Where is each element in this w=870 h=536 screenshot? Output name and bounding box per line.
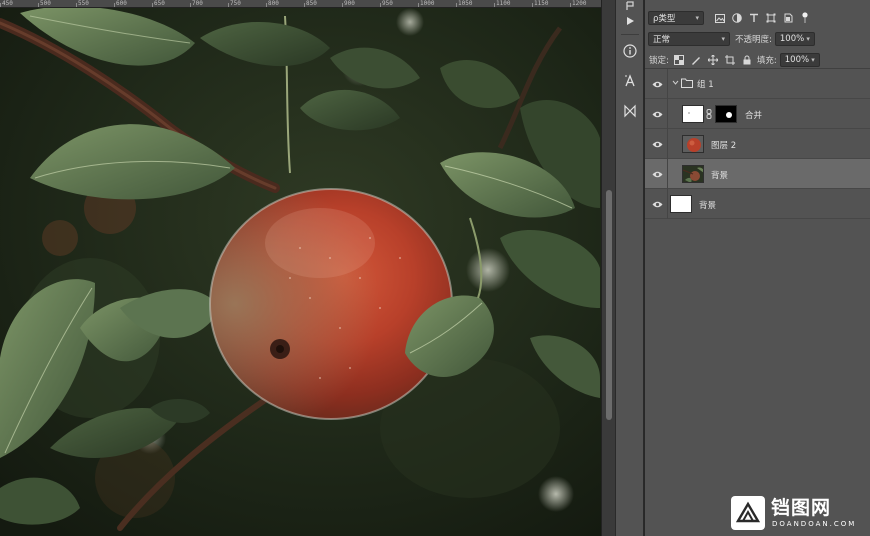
layer-name: 背景	[711, 171, 729, 181]
chevron-down-icon: ▾	[721, 35, 725, 43]
adjustment-filter-icon[interactable]	[731, 12, 743, 24]
type-filter-icon[interactable]	[748, 12, 760, 24]
layer-mask-thumbnail[interactable]	[715, 105, 737, 123]
info-panel-icon[interactable]	[620, 41, 640, 61]
chevron-down-icon: ▾	[806, 35, 810, 43]
ruler-label: 750	[230, 0, 241, 7]
layer-thumbnail	[670, 195, 692, 213]
layers-panel: ρ类型 ▾ 正常 ▾ 不透明度: 100% ▾ 锁定: 填充: 100% ▾ 组…	[645, 0, 870, 536]
ruler-label: 1000	[420, 0, 435, 7]
panel-icon-strip	[615, 0, 644, 536]
eye-icon[interactable]	[651, 169, 663, 179]
smart-object-filter-icon[interactable]	[782, 12, 794, 24]
scrollbar-thumb[interactable]	[606, 190, 612, 420]
lock-artboard-icon[interactable]	[724, 54, 736, 66]
layer-thumbnail	[682, 165, 704, 183]
fill-value: 100%	[784, 55, 810, 65]
layer-row-background-white[interactable]: 背景	[645, 189, 870, 219]
watermark-subtitle: DOANDOAN.COM	[772, 520, 857, 528]
layer-thumbnail	[682, 135, 704, 153]
chevron-down-icon: ▾	[811, 56, 815, 64]
horizontal-ruler[interactable]: 450 500 550 600 650 700 750 800 850 900 950 1000 105…	[0, 0, 601, 8]
chevron-down-icon[interactable]	[672, 79, 679, 89]
filter-kind-label: ρ类型	[653, 14, 676, 24]
ruler-label: 1200	[572, 0, 587, 7]
shape-filter-icon[interactable]	[765, 12, 777, 24]
eye-icon[interactable]	[651, 139, 663, 149]
fill-field[interactable]: 100% ▾	[779, 53, 820, 67]
paragraph-panel-icon[interactable]	[620, 101, 640, 121]
ruler-label: 1050	[458, 0, 473, 7]
ruler-label: 650	[154, 0, 165, 7]
chevron-down-icon: ▾	[695, 14, 699, 22]
lock-position-icon[interactable]	[707, 54, 719, 66]
lock-row: 锁定: 填充: 100% ▾	[645, 52, 870, 68]
ruler-label: 900	[344, 0, 355, 7]
lock-all-icon[interactable]	[741, 54, 753, 66]
link-chain-icon[interactable]	[706, 109, 712, 122]
blend-row: 正常 ▾ 不透明度: 100% ▾	[645, 31, 870, 47]
layer-row-merged[interactable]: 合并	[645, 99, 870, 129]
vertical-scrollbar[interactable]	[601, 0, 615, 536]
fill-label: 填充:	[756, 56, 777, 66]
ruler-label: 800	[268, 0, 279, 7]
ruler-label: 700	[192, 0, 203, 7]
lock-transparent-pixels-icon[interactable]	[673, 54, 685, 66]
ruler-label: 500	[40, 0, 51, 7]
layer-filter-row: ρ类型 ▾	[645, 10, 870, 26]
actions-play-icon[interactable]	[620, 11, 640, 31]
eye-icon[interactable]	[651, 199, 663, 209]
visibility-column-divider	[667, 129, 668, 159]
opacity-field[interactable]: 100% ▾	[774, 32, 815, 46]
lock-image-pixels-icon[interactable]	[690, 54, 702, 66]
blend-mode-dropdown[interactable]: 正常 ▾	[648, 32, 730, 46]
canvas-image-apple-on-branch	[0, 8, 601, 536]
layer-name: 图层 2	[711, 141, 737, 151]
ruler-label: 950	[382, 0, 393, 7]
strip-divider	[621, 34, 639, 35]
layer-thumbnail	[682, 105, 704, 123]
layer-row-layer-2[interactable]: 图层 2	[645, 129, 870, 159]
layer-row-group[interactable]: 组 1	[645, 69, 870, 99]
layer-name: 组 1	[697, 80, 714, 90]
watermark-logo-icon	[731, 496, 765, 530]
visibility-column-divider	[667, 99, 668, 129]
layer-row-background-photo[interactable]: 背景	[645, 159, 870, 189]
ruler-label: 600	[116, 0, 127, 7]
layer-name: 合并	[745, 111, 763, 121]
visibility-column-divider	[667, 189, 668, 219]
layer-name: 背景	[699, 201, 717, 211]
ruler-label: 850	[306, 0, 317, 7]
filter-kind-dropdown[interactable]: ρ类型 ▾	[648, 11, 704, 25]
visibility-column-divider	[667, 69, 668, 99]
folder-icon	[681, 78, 693, 91]
document-canvas[interactable]: 450 500 550 600 650 700 750 800 850 900 950 1000 105…	[0, 0, 601, 536]
ruler-label: 450	[2, 0, 13, 7]
ruler-label: 1100	[496, 0, 511, 7]
filter-toggle-icon[interactable]	[799, 12, 811, 24]
lock-label: 锁定:	[649, 56, 669, 66]
site-watermark: 铛图网 DOANDOAN.COM	[731, 496, 869, 534]
watermark-title: 铛图网	[771, 497, 832, 519]
layer-list: 组 1 合并 图层 2 背景 背景	[645, 68, 870, 219]
character-panel-icon[interactable]	[620, 71, 640, 91]
ruler-label: 550	[78, 0, 89, 7]
blend-mode-value: 正常	[653, 35, 671, 45]
eye-icon[interactable]	[651, 79, 663, 89]
opacity-label: 不透明度:	[735, 35, 772, 45]
ruler-label: 1150	[534, 0, 549, 7]
eye-icon[interactable]	[651, 109, 663, 119]
image-filter-icon[interactable]	[714, 12, 726, 24]
visibility-column-divider	[667, 159, 668, 189]
opacity-value: 100%	[779, 34, 805, 44]
